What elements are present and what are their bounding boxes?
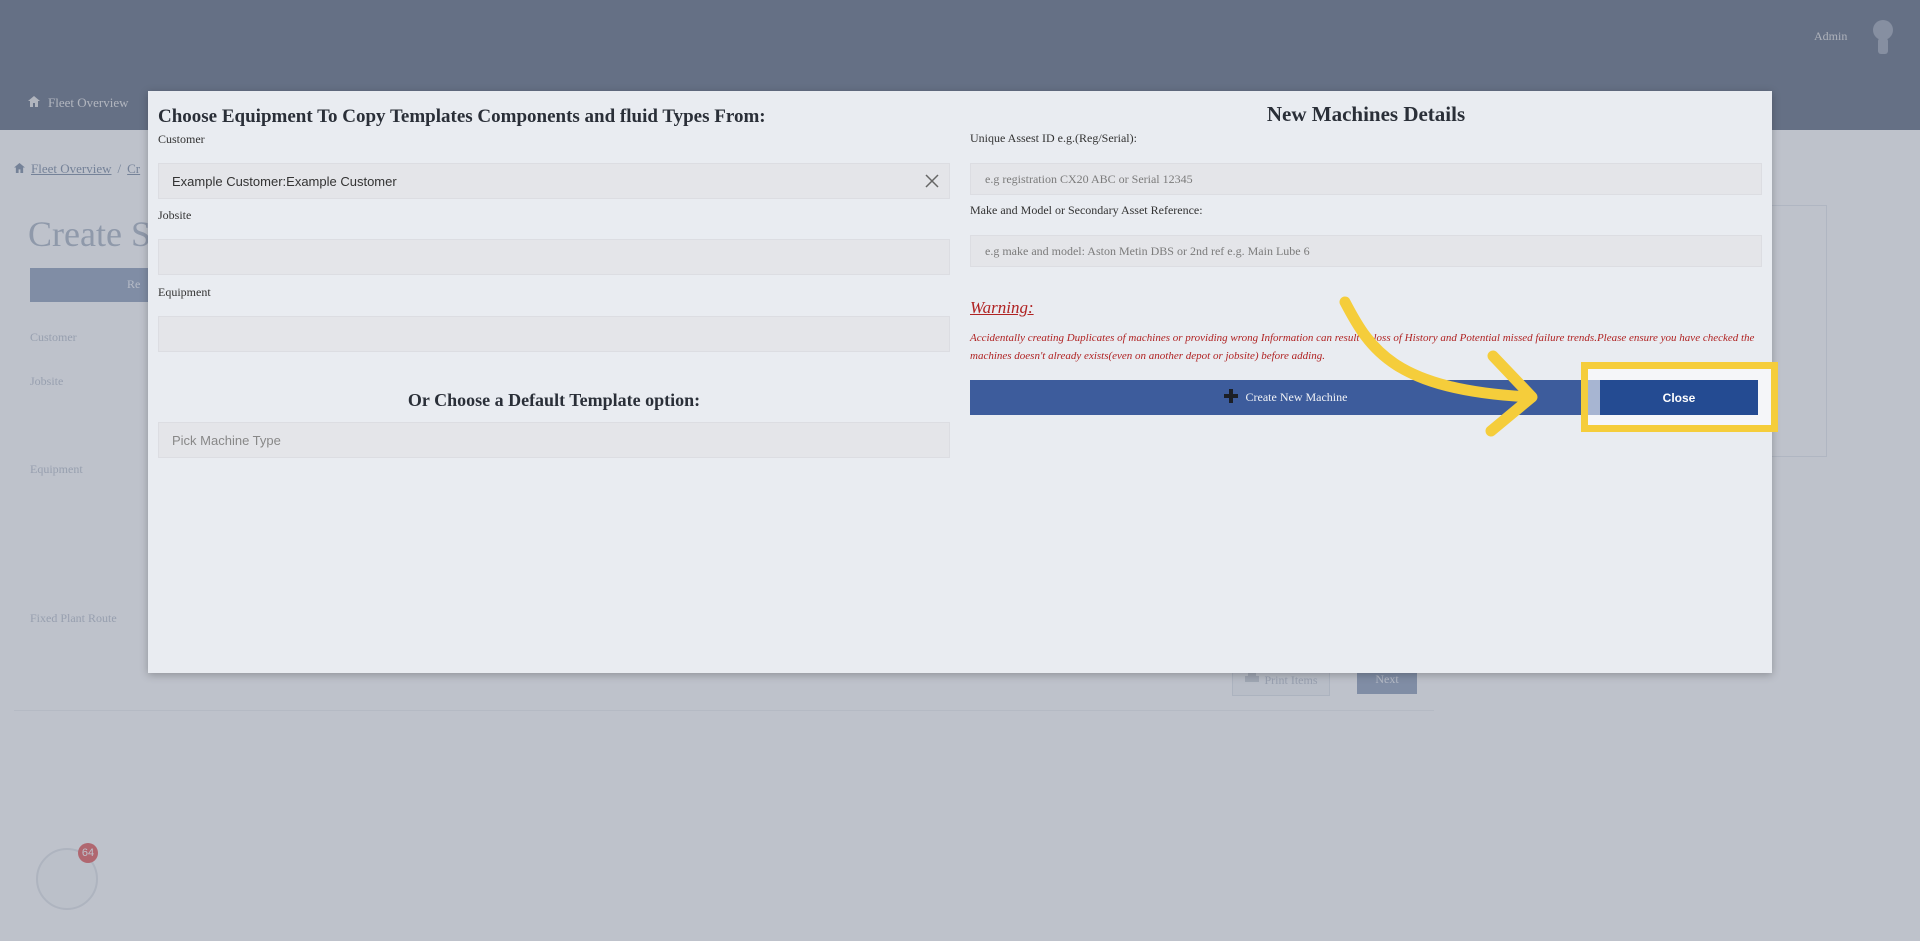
- new-machine-modal: Choose Equipment To Copy Templates Compo…: [148, 91, 1772, 673]
- close-button[interactable]: Close: [1600, 380, 1758, 415]
- machine-type-select[interactable]: Pick Machine Type: [158, 422, 950, 458]
- asset-id-label: Unique Assest ID e.g.(Reg/Serial):: [970, 131, 1137, 145]
- warning-title: Warning:: [970, 298, 1034, 317]
- asset-id-input[interactable]: [970, 163, 1762, 195]
- customer-select[interactable]: Example Customer:Example Customer: [158, 163, 950, 199]
- warning-text: Accidentally creating Duplicates of mach…: [970, 332, 1755, 362]
- default-template-heading: Or Choose a Default Template option:: [407, 390, 701, 410]
- create-new-machine-label: Create New Machine: [1245, 390, 1348, 404]
- machine-type-placeholder: Pick Machine Type: [172, 432, 281, 448]
- equipment-label: Equipment: [158, 285, 211, 299]
- customer-label: Customer: [158, 132, 205, 146]
- clear-icon[interactable]: [923, 172, 941, 190]
- jobsite-select[interactable]: [158, 239, 950, 275]
- make-model-input[interactable]: [970, 235, 1762, 267]
- customer-select-value: Example Customer:Example Customer: [172, 173, 397, 189]
- make-model-label: Make and Model or Secondary Asset Refere…: [970, 203, 1203, 217]
- machine-details-heading: New Machines Details: [1266, 102, 1466, 126]
- jobsite-label: Jobsite: [158, 208, 192, 222]
- plus-icon: [1223, 388, 1238, 407]
- copy-template-heading: Choose Equipment To Copy Templates Compo…: [158, 106, 766, 127]
- close-button-label: Close: [1662, 390, 1696, 405]
- equipment-select[interactable]: [158, 316, 950, 352]
- create-new-machine-button[interactable]: Create New Machine: [970, 380, 1601, 415]
